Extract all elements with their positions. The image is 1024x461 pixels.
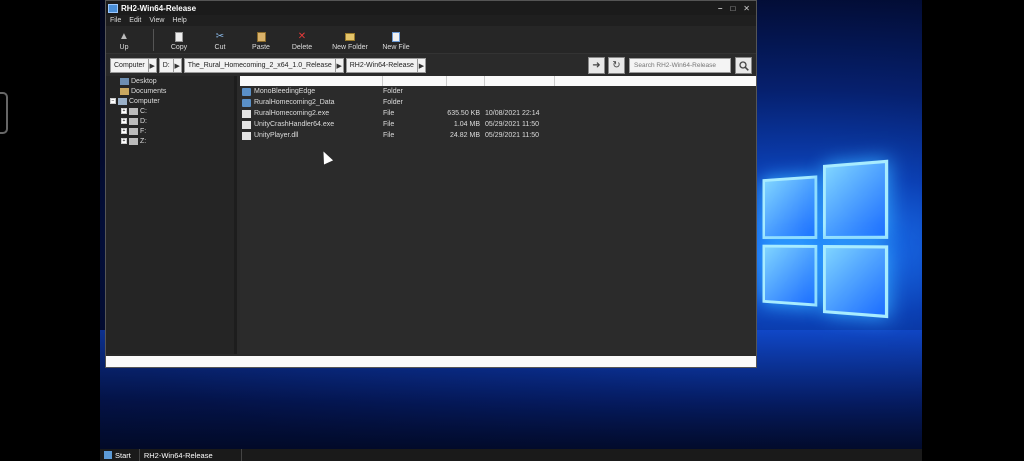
tree-item-drive-c[interactable]: + C: (106, 106, 234, 116)
copy-button[interactable]: Copy (167, 31, 191, 51)
side-handle[interactable] (0, 92, 8, 134)
desktop-icon (120, 77, 129, 85)
maximize-button[interactable]: □ (730, 4, 735, 13)
collapse-icon[interactable]: − (110, 98, 116, 104)
close-button[interactable]: ✕ (743, 4, 750, 13)
menu-bar: File Edit View Help (106, 15, 756, 26)
clipboard-icon (256, 31, 267, 42)
start-button[interactable]: Start (100, 451, 131, 460)
column-header-size[interactable] (447, 76, 485, 86)
taskbar: Start RH2-Win64-Release (100, 449, 922, 461)
computer-icon (118, 97, 127, 105)
status-bar (106, 356, 756, 367)
new-folder-icon (345, 31, 356, 42)
up-button[interactable]: ▲ Up (112, 31, 136, 51)
up-arrow-icon: ▲ (119, 30, 129, 42)
crumb-current-folder[interactable]: RH2-Win64-Release (345, 58, 418, 73)
tree-item-documents[interactable]: Documents (106, 86, 234, 96)
windows-logo-icon (762, 159, 891, 320)
list-item[interactable]: UnityCrashHandler64.exe File 1.04 MB 05/… (240, 119, 756, 130)
column-header-name[interactable] (240, 76, 383, 86)
expand-icon[interactable]: + (121, 118, 127, 124)
tree-item-computer[interactable]: − Computer (106, 96, 234, 106)
scissors-icon: ✂ (215, 30, 225, 42)
column-header-date[interactable] (485, 76, 555, 86)
folder-app-icon (108, 3, 118, 13)
file-list: MonoBleedingEdge Folder RuralHomecoming2… (240, 76, 756, 354)
chevron-right-icon[interactable]: ▶ (335, 58, 344, 73)
breadcrumb: Computer ▶ D: ▶ The_Rural_Homecoming_2_x… (110, 58, 428, 73)
drive-icon (129, 117, 138, 125)
column-header-filler (555, 76, 756, 86)
toolbar: ▲ Up Copy ✂ Cut Paste ✕ Delete New Folde… (106, 26, 756, 54)
screen-left-border (0, 0, 100, 461)
crumb-drive[interactable]: D: (158, 58, 174, 73)
drive-icon (129, 127, 138, 135)
menu-view[interactable]: View (149, 17, 164, 24)
taskbar-item-window[interactable]: RH2-Win64-Release (138, 449, 242, 461)
drive-icon (129, 137, 138, 145)
address-row: Computer ▶ D: ▶ The_Rural_Homecoming_2_x… (106, 54, 756, 77)
refresh-icon[interactable]: ↻ (608, 57, 625, 74)
crumb-game-folder[interactable]: The_Rural_Homecoming_2_x64_1.0_Release (183, 58, 336, 73)
expand-icon[interactable]: + (121, 138, 127, 144)
tree-item-desktop[interactable]: Desktop (106, 76, 234, 86)
column-header-type[interactable] (383, 76, 447, 86)
copy-icon (174, 31, 185, 42)
new-file-icon (391, 31, 402, 42)
window-title: RH2-Win64-Release (121, 3, 197, 13)
menu-help[interactable]: Help (172, 17, 186, 24)
file-icon (242, 120, 251, 129)
menu-file[interactable]: File (110, 17, 121, 24)
drive-icon (129, 107, 138, 115)
file-icon (242, 131, 251, 140)
minimize-button[interactable]: – (718, 4, 722, 13)
chevron-right-icon[interactable]: ▶ (417, 58, 426, 73)
search-icon (738, 60, 749, 71)
delete-button[interactable]: ✕ Delete (290, 31, 314, 51)
new-file-button[interactable]: New File (377, 31, 415, 51)
documents-icon (120, 87, 129, 95)
cut-button[interactable]: ✂ Cut (208, 31, 232, 51)
file-icon (242, 109, 251, 118)
search-input[interactable] (629, 58, 731, 73)
new-folder-button[interactable]: New Folder (331, 31, 369, 51)
expand-icon[interactable]: + (121, 128, 127, 134)
list-header (240, 76, 756, 86)
paste-button[interactable]: Paste (249, 31, 273, 51)
chevron-right-icon[interactable]: ▶ (148, 58, 157, 73)
tree-item-drive-f[interactable]: + F: (106, 126, 234, 136)
tree-item-drive-d[interactable]: + D: (106, 116, 234, 126)
file-manager-window: RH2-Win64-Release – □ ✕ File Edit View H… (105, 0, 757, 368)
list-item[interactable]: RuralHomecoming2.exe File 635.50 KB 10/0… (240, 108, 756, 119)
tree-item-drive-z[interactable]: + Z: (106, 136, 234, 146)
list-item[interactable]: MonoBleedingEdge Folder (240, 86, 756, 97)
search-button[interactable] (735, 57, 752, 74)
folder-icon (242, 87, 251, 96)
crumb-computer[interactable]: Computer (110, 58, 149, 73)
expand-icon[interactable]: + (121, 108, 127, 114)
folder-tree: Desktop Documents − Computer + C: + D: +… (106, 76, 237, 354)
delete-x-icon: ✕ (297, 30, 307, 42)
list-item[interactable]: RuralHomecoming2_Data Folder (240, 97, 756, 108)
go-arrow-icon[interactable]: ➜ (588, 57, 605, 74)
menu-edit[interactable]: Edit (129, 17, 141, 24)
list-item[interactable]: UnityPlayer.dll File 24.82 MB 05/29/2021… (240, 130, 756, 141)
chevron-right-icon[interactable]: ▶ (173, 58, 182, 73)
start-icon (104, 451, 112, 459)
folder-icon (242, 98, 251, 107)
toolbar-separator (153, 29, 154, 51)
file-rows: MonoBleedingEdge Folder RuralHomecoming2… (240, 86, 756, 141)
title-bar[interactable]: RH2-Win64-Release – □ ✕ (106, 1, 756, 15)
content-area: Desktop Documents − Computer + C: + D: +… (106, 76, 756, 354)
